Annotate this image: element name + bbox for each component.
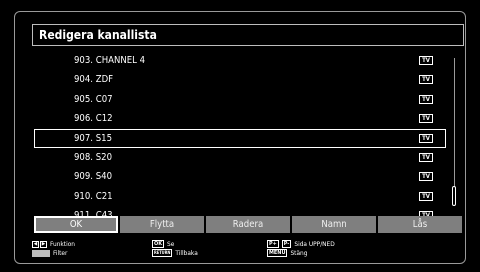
legend-label: Stäng — [290, 249, 308, 257]
channel-row[interactable]: 910. C21 TV — [34, 187, 446, 206]
legend-label: Filter — [53, 249, 68, 257]
ok-key-icon: OK — [152, 240, 165, 248]
channel-name: 909. S40 — [74, 171, 113, 183]
channel-name: 906. C12 — [74, 113, 113, 125]
channel-name: 904. ZDF — [74, 74, 114, 86]
channel-row[interactable]: 908. S20 TV — [34, 148, 446, 167]
tv-icon: TV — [419, 191, 433, 201]
channel-name: 910. C21 — [74, 190, 113, 202]
legend-label: Sida UPP/NED — [294, 240, 335, 248]
tv-icon: TV — [419, 94, 433, 104]
channel-row[interactable]: 905. C07 TV — [34, 90, 446, 109]
channel-name: 903. CHANNEL 4 — [74, 55, 146, 66]
tv-icon: TV — [419, 172, 433, 182]
delete-button[interactable]: Radera — [206, 216, 290, 233]
channel-row[interactable]: 906. C12 TV — [34, 109, 446, 128]
lock-button[interactable]: Lås — [378, 216, 462, 233]
legend-label: Tillbaka — [175, 249, 198, 257]
channel-row[interactable]: 904. ZDF TV — [34, 70, 446, 89]
legend-sida: P+ P- Sida UPP/NED — [267, 240, 335, 248]
tv-icon: TV — [419, 133, 433, 143]
channel-row[interactable]: 909. S40 TV — [34, 167, 446, 186]
channel-row[interactable]: 907. S15 TV — [34, 128, 446, 148]
tv-icon: TV — [419, 56, 433, 65]
channel-name: 908. S20 — [74, 151, 113, 163]
legend-tillbaka: RETURN Tillbaka — [152, 249, 198, 257]
name-button[interactable]: Namn — [292, 216, 376, 233]
legend-se: OK Se — [152, 240, 174, 248]
ok-button[interactable]: OK — [34, 216, 118, 233]
move-button[interactable]: Flytta — [120, 216, 204, 233]
scrollbar-thumb[interactable] — [452, 186, 456, 206]
menu-key-icon: MENU — [267, 249, 288, 257]
channel-list: 903. CHANNEL 4 TV 904. ZDF TV 905. C07 TV 906.… — [34, 51, 446, 226]
return-key-icon: RETURN — [152, 249, 173, 257]
legend-label: Se — [167, 240, 175, 248]
channel-row[interactable]: 903. CHANNEL 4 TV — [34, 51, 446, 70]
legend-funktion: ◀ ▶ Funktion — [32, 240, 75, 248]
action-bar: OK Flytta Radera Namn Lås — [34, 216, 462, 233]
left-right-arrows-icon: ◀ ▶ — [32, 240, 47, 248]
page-up-key-icon: P+ — [267, 240, 279, 248]
legend-label: Funktion — [50, 240, 76, 248]
channel-name: 907. S15 — [74, 132, 113, 144]
legend-filter: Filter — [32, 249, 67, 257]
tv-icon: TV — [419, 114, 433, 124]
legend-stang: MENU Stäng — [267, 249, 307, 257]
channel-name: 905. C07 — [74, 93, 113, 105]
tv-icon: TV — [419, 75, 433, 85]
page-down-key-icon: P- — [281, 240, 292, 248]
color-key-icon — [32, 249, 50, 257]
scrollbar-track[interactable] — [454, 58, 455, 206]
page-title: Redigera kanallista — [32, 24, 464, 46]
tv-icon: TV — [419, 152, 433, 162]
